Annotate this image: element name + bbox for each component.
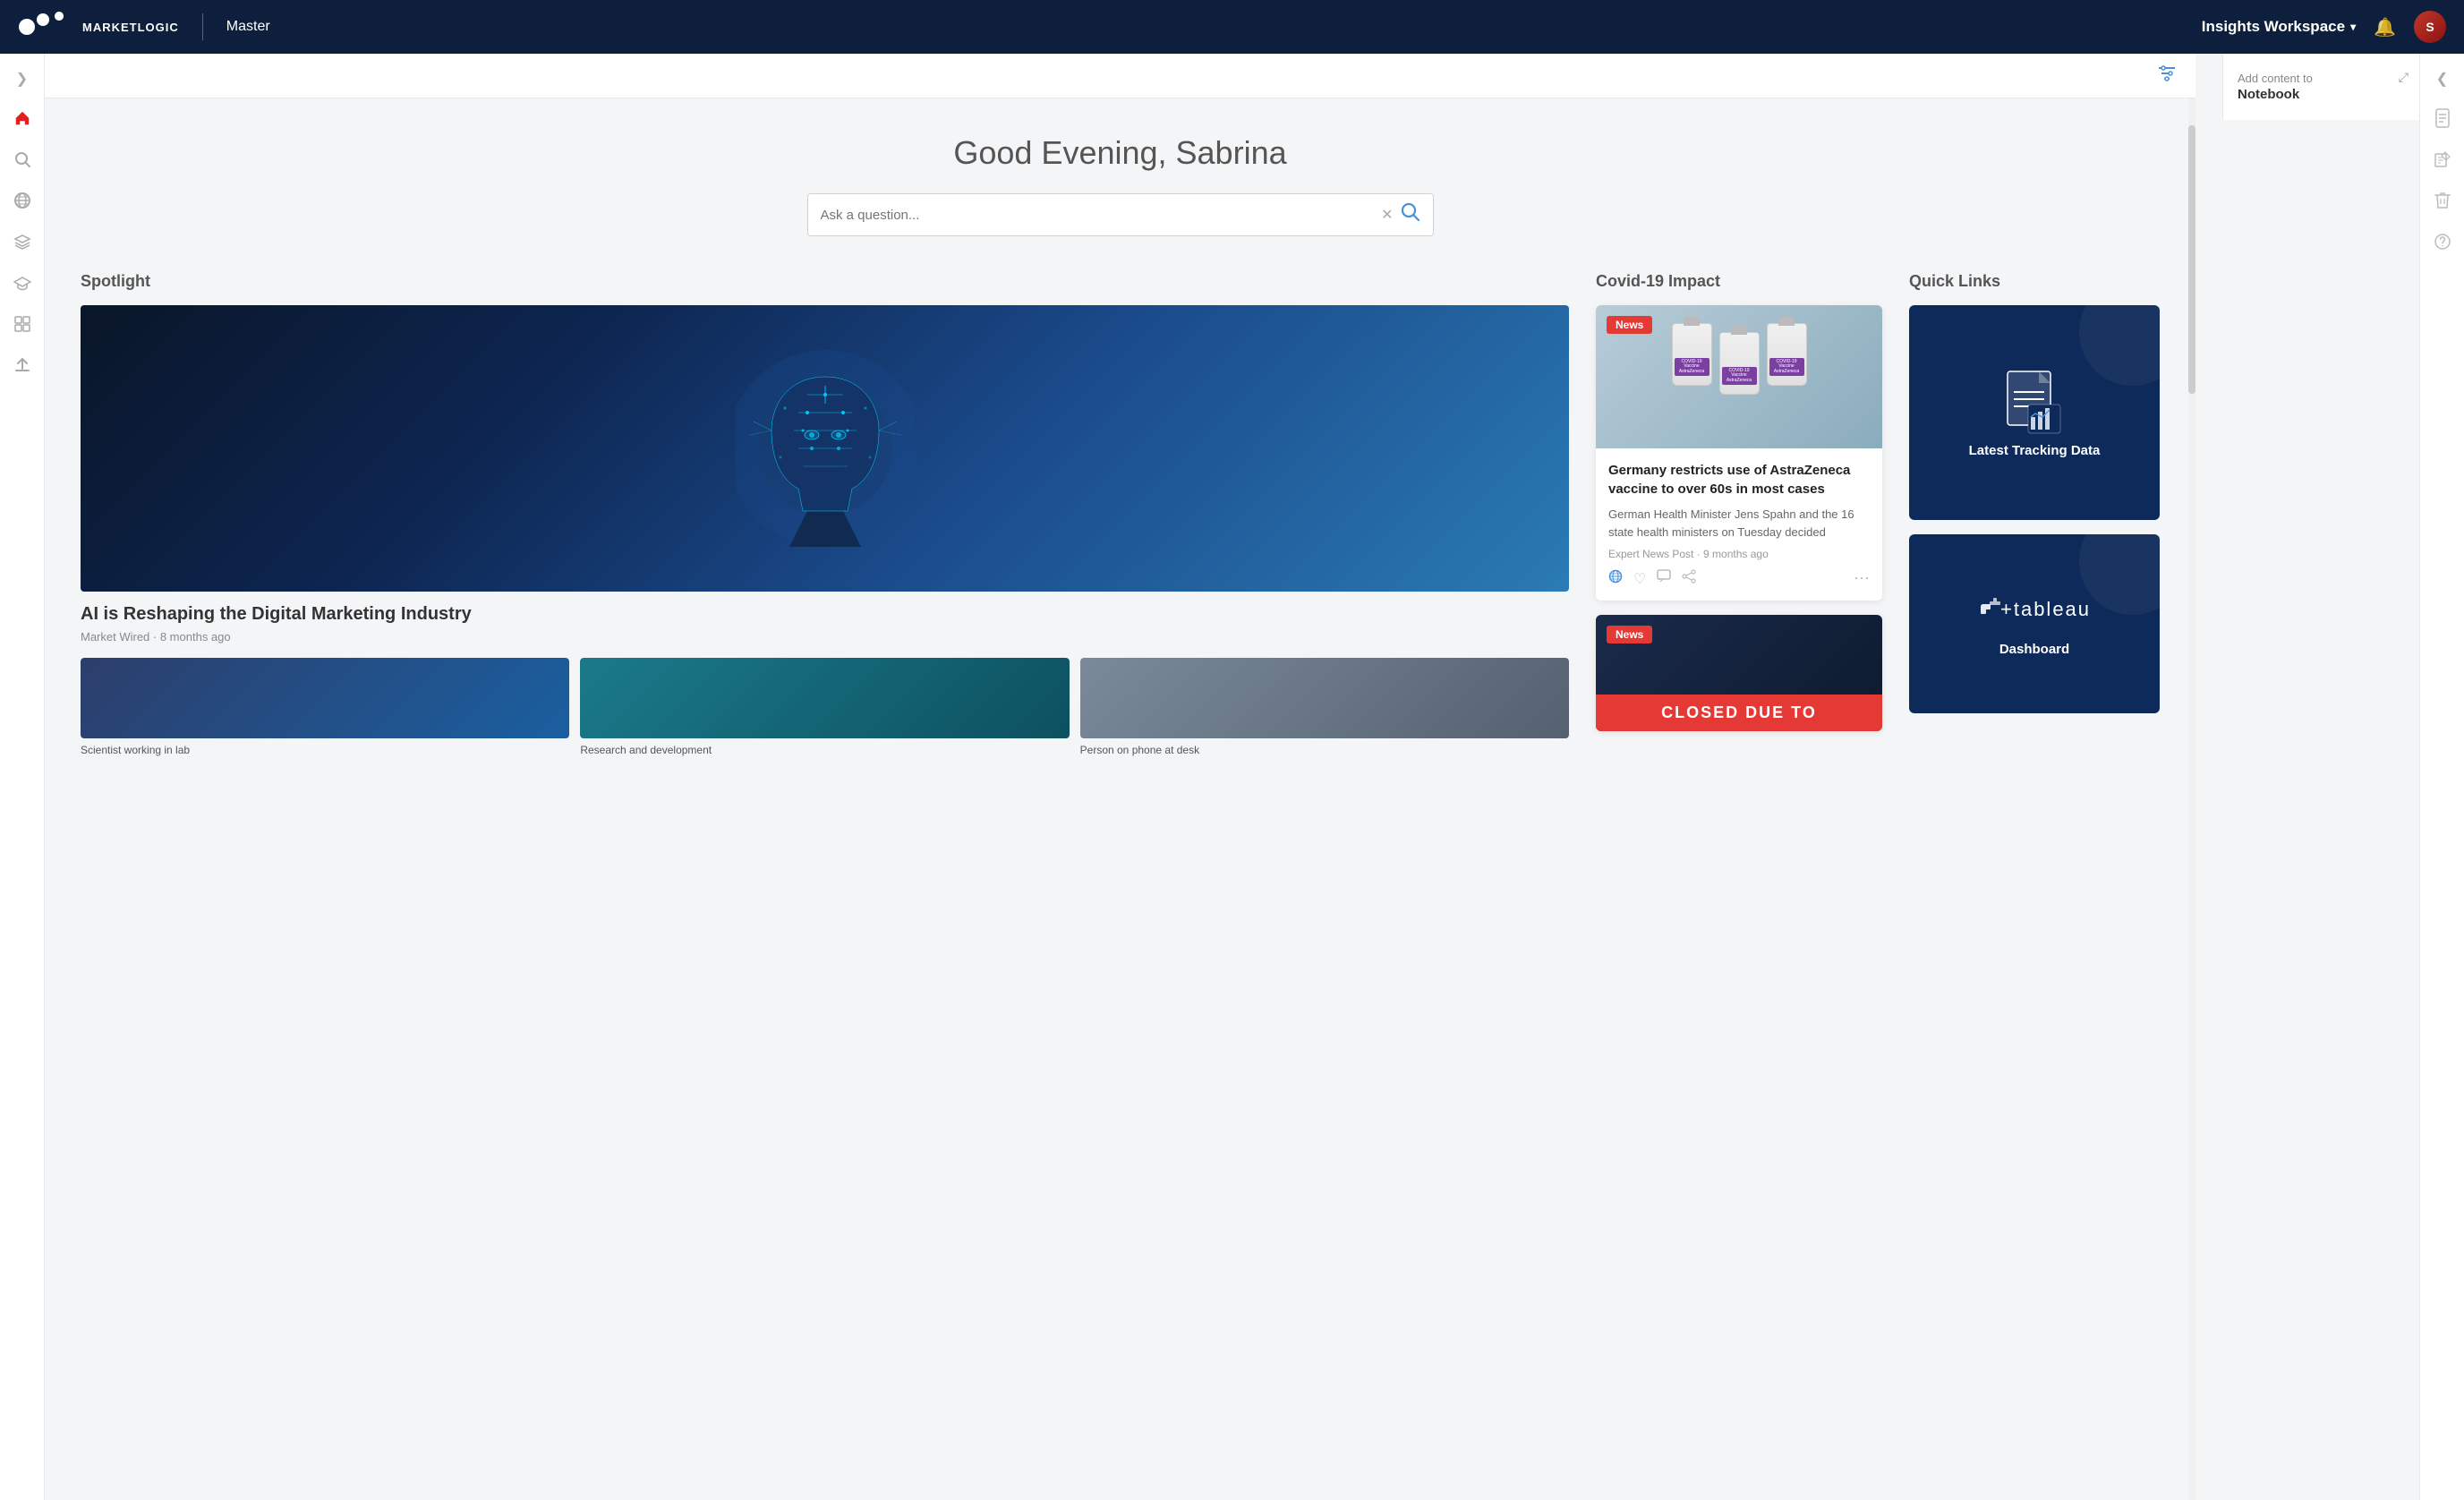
- sidebar-item-graduation[interactable]: [4, 265, 40, 301]
- main-content: Good Evening, Sabrina ✕ Spotlight: [45, 54, 2195, 1500]
- right-sidebar: ❮: [2419, 54, 2464, 1500]
- covid-card-1: News COVID-19 Vaccine AstraZeneca COVID-…: [1596, 305, 1882, 601]
- search-bar-wrapper: ✕: [81, 193, 2160, 236]
- left-sidebar: ❯: [0, 54, 45, 1500]
- action-share-icon[interactable]: [1682, 569, 1696, 588]
- covid-card-1-desc: German Health Minister Jens Spahn and th…: [1608, 506, 1870, 541]
- covid-card-1-body: Germany restricts use of AstraZeneca vac…: [1596, 448, 1882, 601]
- spotlight-column: Spotlight: [81, 272, 1569, 758]
- spotlight-article-title: AI is Reshaping the Digital Marketing In…: [81, 604, 1569, 625]
- right-sidebar-help-icon[interactable]: [2425, 224, 2460, 260]
- quicklinks-column: Quick Links: [1909, 272, 2160, 758]
- bottle-3: COVID-19 Vaccine AstraZeneca: [1767, 323, 1807, 386]
- user-avatar[interactable]: S: [2414, 11, 2446, 43]
- workspace-chevron: ▾: [2350, 21, 2356, 33]
- thumbnail-label-2: Research and development: [580, 744, 1069, 758]
- covid-card-2: News CLOSED DUE TO: [1596, 615, 1882, 731]
- action-more-icon[interactable]: ⋯: [1854, 569, 1870, 588]
- quicklink-tracking-card[interactable]: Latest Tracking Data: [1909, 305, 2160, 520]
- dashboard-card-label: Dashboard: [1999, 642, 2069, 657]
- spotlight-thumbnails: Scientist working in lab Research and de…: [81, 658, 1569, 758]
- covid-section-title: Covid-19 Impact: [1596, 272, 1882, 291]
- covid-card-1-image: News COVID-19 Vaccine AstraZeneca COVID-…: [1596, 305, 1882, 448]
- action-comment-icon[interactable]: [1657, 569, 1671, 588]
- thumbnail-card-3[interactable]: Person on phone at desk: [1080, 658, 1569, 758]
- tableau-logo-icon: +tableau: [1981, 591, 2088, 631]
- spotlight-article-meta: Market Wired · 8 months ago: [81, 630, 1569, 643]
- quicklinks-section-title: Quick Links: [1909, 272, 2160, 291]
- thumbnail-label-1: Scientist working in lab: [81, 744, 569, 758]
- filter-button[interactable]: [2156, 63, 2178, 89]
- quicklink-dashboard-card[interactable]: +tableau Dashboard: [1909, 534, 2160, 713]
- logo-text: MARKETLOGIC: [82, 21, 179, 34]
- thumbnail-image-3: [1080, 658, 1569, 738]
- notification-button[interactable]: 🔔: [2374, 16, 2396, 38]
- bottle-label-1: COVID-19 Vaccine AstraZeneca: [1675, 358, 1709, 376]
- right-sidebar-edit-icon[interactable]: [2425, 141, 2460, 177]
- thumbnail-image-2: [580, 658, 1069, 738]
- sidebar-item-layers[interactable]: [4, 224, 40, 260]
- tracking-doc-icon: [2003, 367, 2066, 443]
- workspace-button[interactable]: Insights Workspace ▾: [2202, 18, 2356, 36]
- spotlight-title: Spotlight: [81, 272, 1569, 291]
- closed-banner: CLOSED DUE TO: [1596, 695, 1882, 731]
- svg-text:+tableau: +tableau: [2000, 598, 2088, 620]
- notebook-add-title: Add content to: [2238, 72, 2405, 85]
- right-sidebar-document-icon[interactable]: [2425, 100, 2460, 136]
- notebook-panel: Add content to Notebook ⤢: [2222, 54, 2419, 120]
- news-badge-1: News: [1607, 316, 1652, 334]
- top-nav-right: Insights Workspace ▾ 🔔 S: [2202, 11, 2446, 43]
- thumbnail-card-2[interactable]: Research and development: [580, 658, 1069, 758]
- sidebar-item-globe[interactable]: [4, 183, 40, 218]
- sidebar-item-search[interactable]: [4, 141, 40, 177]
- search-submit-button[interactable]: [1401, 202, 1420, 227]
- covid-card-2-image: News CLOSED DUE TO: [1596, 615, 1882, 731]
- search-bar: ✕: [807, 193, 1434, 236]
- logo-divider: [202, 13, 203, 40]
- sidebar-item-grid[interactable]: [4, 306, 40, 342]
- logo-area: MARKETLOGIC Master: [18, 11, 270, 43]
- covid-card-1-title: Germany restricts use of AstraZeneca vac…: [1608, 461, 1870, 499]
- bottle-label-2: COVID-19 Vaccine AstraZeneca: [1722, 367, 1757, 385]
- covid-card-1-meta: Expert News Post · 9 months ago: [1608, 548, 1870, 560]
- bottle-label-3: COVID-19 Vaccine AstraZeneca: [1769, 358, 1804, 376]
- content-grid: Spotlight: [81, 272, 2160, 758]
- sidebar-item-upload[interactable]: [4, 347, 40, 383]
- product-name: Master: [226, 19, 270, 35]
- search-input[interactable]: [821, 208, 1382, 223]
- market-logic-logo[interactable]: [18, 11, 72, 43]
- top-navigation: MARKETLOGIC Master Insights Workspace ▾ …: [0, 0, 2464, 54]
- thumbnail-image-1: [81, 658, 569, 738]
- bottle-2: COVID-19 Vaccine AstraZeneca: [1719, 332, 1760, 395]
- scroll-thumb[interactable]: [2188, 125, 2195, 394]
- bottle-1: COVID-19 Vaccine AstraZeneca: [1672, 323, 1712, 386]
- news-badge-2: News: [1607, 626, 1652, 643]
- scroll-track[interactable]: [2188, 98, 2195, 1500]
- notebook-name: Notebook: [2238, 87, 2405, 102]
- covid-column: Covid-19 Impact News COVID-19 Vaccine As…: [1596, 272, 1882, 758]
- notebook-expand-button[interactable]: ⤢: [2399, 70, 2409, 85]
- thumbnail-label-3: Person on phone at desk: [1080, 744, 1569, 758]
- spotlight-main-image[interactable]: [81, 305, 1569, 592]
- right-sidebar-close-button[interactable]: ❮: [2429, 63, 2455, 95]
- action-globe-icon[interactable]: [1608, 569, 1623, 588]
- greeting-text: Good Evening, Sabrina: [81, 134, 2160, 172]
- right-sidebar-trash-icon[interactable]: [2425, 183, 2460, 218]
- workspace-label: Insights Workspace: [2202, 18, 2345, 36]
- action-like-icon[interactable]: ♡: [1633, 570, 1646, 588]
- sidebar-toggle-button[interactable]: ❯: [9, 63, 35, 95]
- tracking-card-label: Latest Tracking Data: [1969, 443, 2101, 458]
- thumbnail-card-1[interactable]: Scientist working in lab: [81, 658, 569, 758]
- filter-bar: [45, 54, 2195, 98]
- sidebar-item-home[interactable]: [4, 100, 40, 136]
- search-clear-button[interactable]: ✕: [1381, 206, 1393, 224]
- covid-card-1-actions: ♡: [1608, 569, 1870, 588]
